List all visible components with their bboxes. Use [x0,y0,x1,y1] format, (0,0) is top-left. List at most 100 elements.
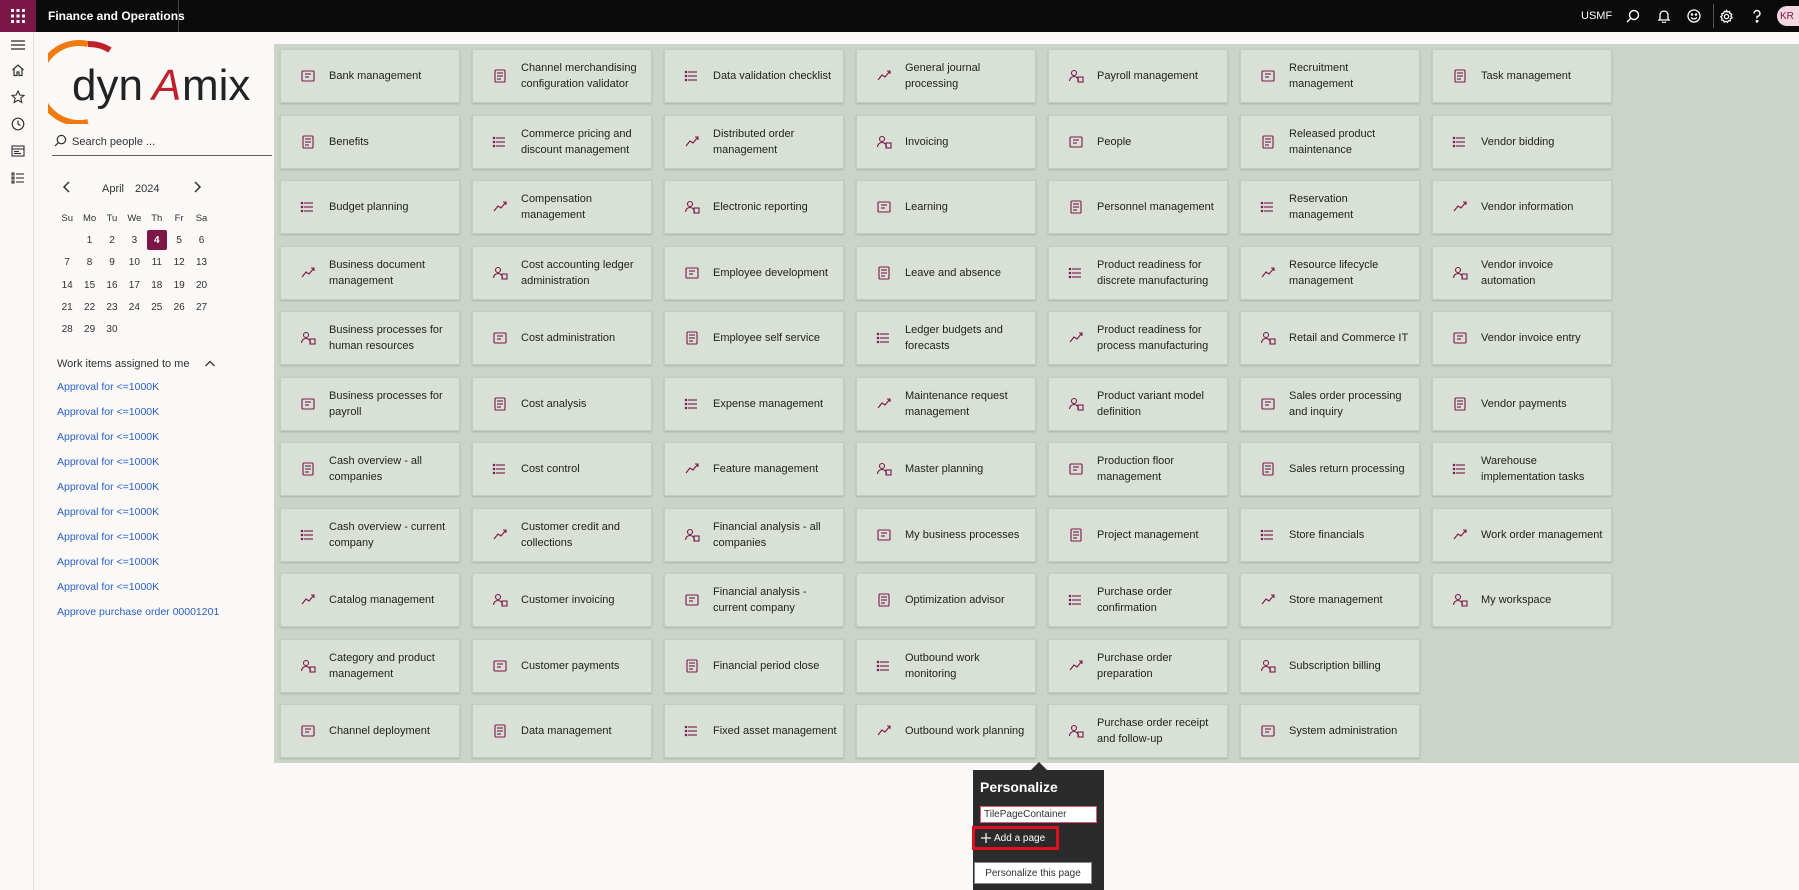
tile[interactable]: Employee development [664,245,844,300]
tile[interactable]: Subscription billing [1240,638,1420,693]
search-people-input[interactable] [72,133,262,151]
tile[interactable]: Purchase order confirmation [1048,573,1228,627]
tile[interactable]: Financial analysis - current company [664,573,844,627]
tile[interactable]: Channel merchandising configuration vali… [472,49,652,103]
tile[interactable]: Master planning [856,442,1036,496]
calendar-day[interactable]: 8 [78,252,100,274]
tile[interactable]: Cost administration [472,311,652,365]
tile[interactable]: Vendor payments [1432,376,1612,431]
tile[interactable]: Commerce pricing and discount management [472,114,652,169]
calendar-day[interactable]: 18 [146,274,168,296]
nav-recent[interactable] [9,115,26,132]
tile[interactable]: Product readiness for process manufactur… [1048,311,1228,365]
tile[interactable]: Catalog management [280,573,460,627]
tile[interactable]: Business document management [280,245,460,300]
tile[interactable]: General journal processing [856,49,1036,103]
tile[interactable]: Work order management [1432,507,1612,562]
tile[interactable]: Employee self service [664,311,844,365]
calendar-day[interactable]: 11 [146,252,168,274]
calendar-day[interactable]: 15 [78,274,100,296]
tile[interactable]: Vendor information [1432,180,1612,234]
work-item-link[interactable]: Approval for <=1000K [57,481,219,506]
tile[interactable]: Purchase order receipt and follow-up [1048,704,1228,758]
tile[interactable]: Fixed asset management [664,704,844,758]
tile[interactable]: Cost analysis [472,376,652,431]
work-item-link[interactable]: Approval for <=1000K [57,406,219,431]
tile[interactable]: Channel deployment [280,704,460,758]
tile[interactable]: Data validation checklist [664,49,844,103]
tile[interactable]: Outbound work monitoring [856,638,1036,693]
settings-button[interactable] [1717,7,1735,25]
tile[interactable]: Customer credit and collections [472,507,652,562]
tile[interactable]: Product readiness for discrete manufactu… [1048,245,1228,300]
tile[interactable]: Product variant model definition [1048,376,1228,431]
calendar-day[interactable]: 27 [190,296,212,318]
calendar-day[interactable]: 24 [123,296,145,318]
tile[interactable]: Production floor management [1048,442,1228,496]
tile[interactable]: Maintenance request management [856,376,1036,431]
work-item-link[interactable]: Approval for <=1000K [57,431,219,456]
feedback-button[interactable] [1685,7,1703,25]
calendar-day[interactable]: 6 [190,229,212,251]
calendar-day[interactable]: 1 [78,229,100,251]
nav-favorites[interactable] [9,88,26,105]
user-avatar[interactable]: KR [1777,6,1799,26]
work-item-link[interactable]: Approve purchase order 00001201 [57,606,219,631]
calendar-day[interactable]: 19 [168,274,190,296]
calendar-day[interactable]: 10 [123,252,145,274]
tile[interactable]: Sales return processing [1240,442,1420,496]
tile[interactable]: Leave and absence [856,245,1036,300]
tile[interactable]: People [1048,114,1228,169]
calendar-day[interactable]: 13 [190,252,212,274]
tile[interactable]: Cost control [472,442,652,496]
tile[interactable]: Business processes for human resources [280,311,460,365]
calendar-day[interactable]: 28 [56,318,78,340]
tile[interactable]: Personnel management [1048,180,1228,234]
tile[interactable]: System administration [1240,704,1420,758]
search-button[interactable] [1624,7,1642,25]
tile[interactable]: Cash overview - current company [280,507,460,562]
nav-home[interactable] [9,61,26,78]
tile[interactable]: Invoicing [856,114,1036,169]
collapse-work-items-button[interactable] [204,358,216,373]
tile[interactable]: Cash overview - all companies [280,442,460,496]
calendar-day[interactable]: 7 [56,252,78,274]
container-name-field[interactable]: TilePageContainer [980,806,1097,823]
tile[interactable]: Optimization advisor [856,573,1036,627]
tile[interactable]: Customer invoicing [472,573,652,627]
tile[interactable]: Benefits [280,114,460,169]
tile[interactable]: Released product maintenance [1240,114,1420,169]
tile[interactable]: Customer payments [472,638,652,693]
tile[interactable]: Store management [1240,573,1420,627]
tile[interactable]: Sales order processing and inquiry [1240,376,1420,431]
nav-modules[interactable] [9,169,26,186]
tile[interactable]: Business processes for payroll [280,376,460,431]
previous-month-button[interactable] [62,180,76,197]
tile[interactable]: Compensation management [472,180,652,234]
calendar-year[interactable]: 2024 [135,183,159,195]
tile[interactable]: Project management [1048,507,1228,562]
help-button[interactable] [1748,7,1766,25]
company-picker[interactable]: USMF [1581,10,1612,22]
tile[interactable]: Feature management [664,442,844,496]
calendar-month[interactable]: April [102,183,124,195]
app-launcher-button[interactable] [0,0,36,32]
calendar-day[interactable]: 2 [101,229,123,251]
tile[interactable]: Purchase order preparation [1048,638,1228,693]
tile[interactable]: My workspace [1432,573,1612,627]
calendar-day[interactable]: 12 [168,252,190,274]
work-item-link[interactable]: Approval for <=1000K [57,531,219,556]
calendar-day[interactable]: 23 [101,296,123,318]
tile[interactable]: Vendor invoice entry [1432,311,1612,365]
work-item-link[interactable]: Approval for <=1000K [57,556,219,581]
app-title[interactable]: Finance and Operations [48,9,185,23]
work-item-link[interactable]: Approval for <=1000K [57,456,219,481]
calendar-day[interactable]: 9 [101,252,123,274]
tile[interactable]: Electronic reporting [664,180,844,234]
calendar-day[interactable]: 3 [123,229,145,251]
tile[interactable]: Retail and Commerce IT [1240,311,1420,365]
tile[interactable]: Vendor invoice automation [1432,245,1612,300]
tile[interactable]: Budget planning [280,180,460,234]
calendar-day[interactable]: 29 [78,318,100,340]
calendar-day[interactable]: 16 [101,274,123,296]
